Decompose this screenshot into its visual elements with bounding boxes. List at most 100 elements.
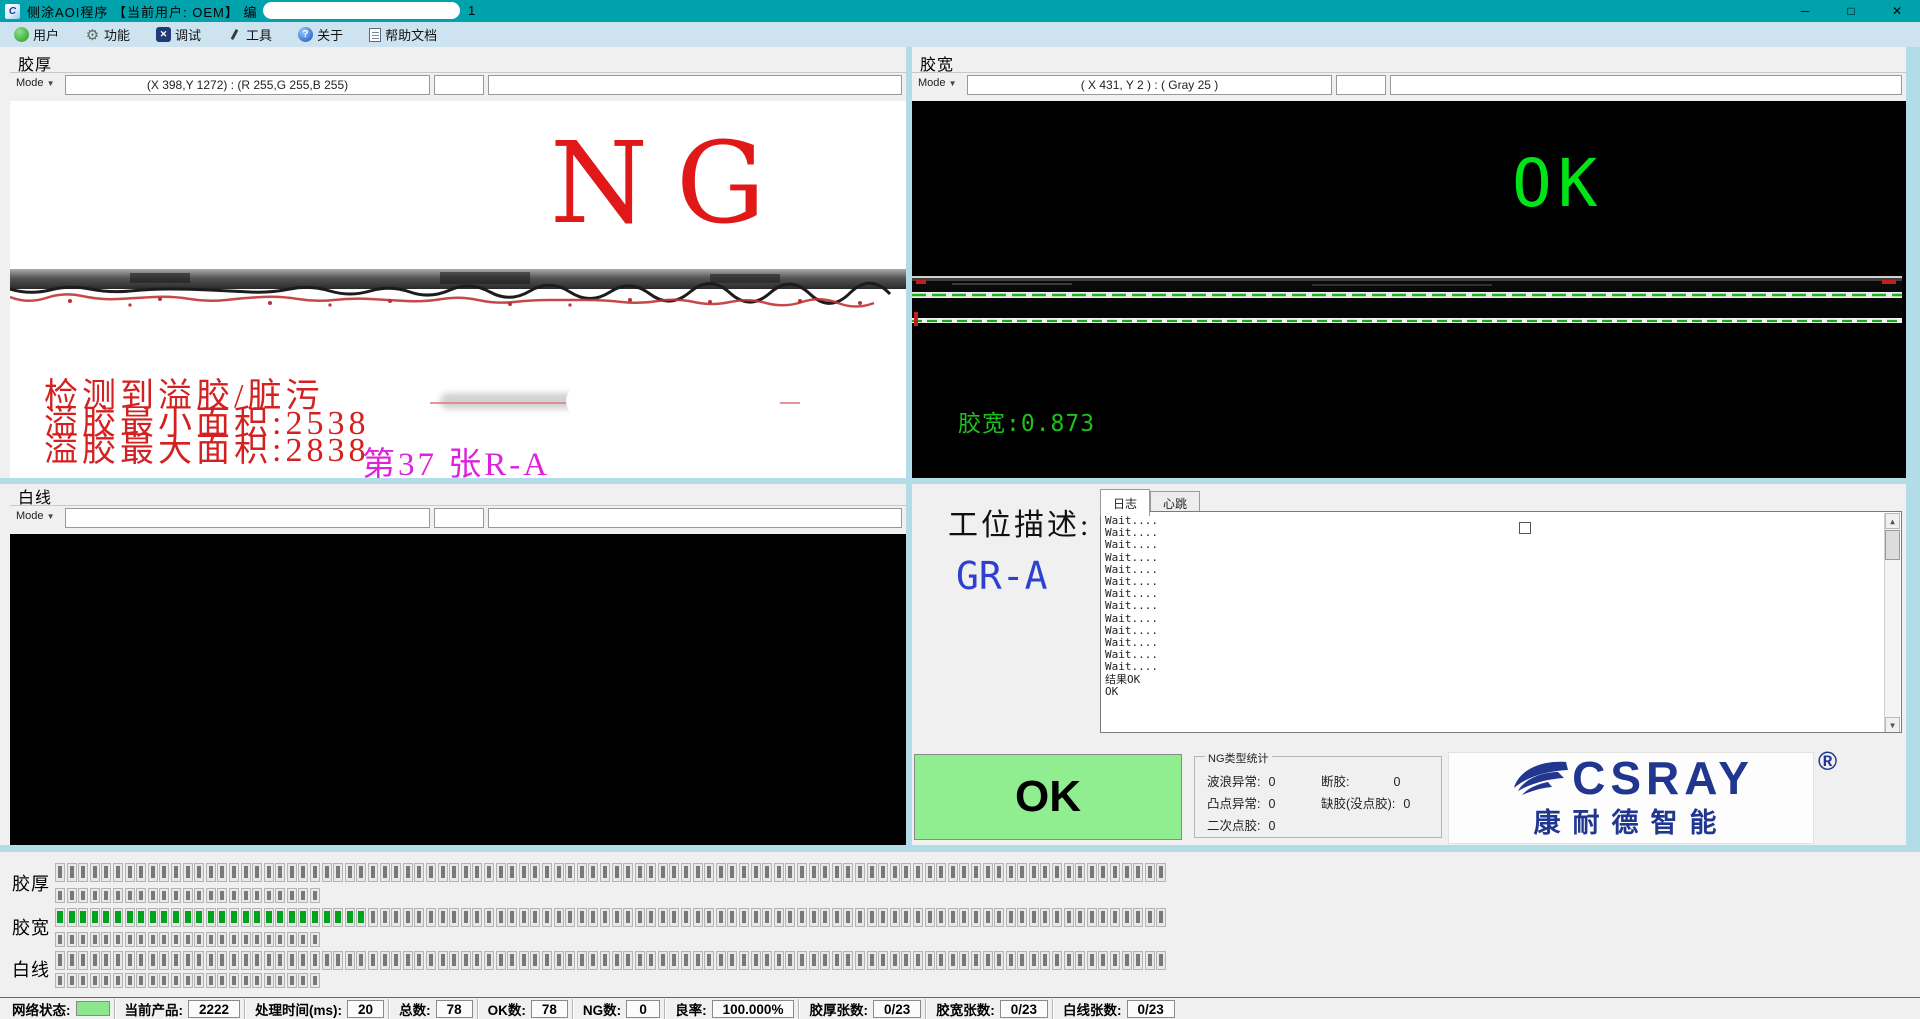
pixel-readout-field[interactable]: (X 398,Y 1272) : (R 255,G 255,B 255) <box>65 75 430 95</box>
indicator-square <box>206 888 216 903</box>
indicator-square <box>797 951 807 970</box>
right-edge-strip <box>1906 47 1920 845</box>
indicator-square <box>1029 908 1039 927</box>
result-text-ng: NG <box>550 119 793 249</box>
aux-field-2[interactable] <box>488 508 902 528</box>
aux-field-1[interactable] <box>434 508 484 528</box>
minimize-button[interactable]: ─ <box>1782 0 1828 22</box>
scroll-down-icon[interactable]: ▼ <box>1885 717 1900 733</box>
indicator-square <box>612 951 622 970</box>
status-separator <box>798 999 799 1019</box>
sheet-index-overlay: 第37 张R-A <box>362 437 550 478</box>
indicator-square <box>1087 863 1097 882</box>
log-scrollbar[interactable]: ▲ ▼ <box>1884 513 1900 733</box>
menu-item-label: 功能 <box>104 25 130 44</box>
menu-item-help[interactable]: 帮助文档 <box>369 25 437 44</box>
indicator-square <box>252 888 262 903</box>
indicator-square <box>461 863 471 882</box>
log-list[interactable]: ▲ ▼ Wait....Wait....Wait....Wait....Wait… <box>1100 511 1902 733</box>
tab-log[interactable]: 日志 <box>1100 489 1150 516</box>
log-checkbox[interactable] <box>1519 522 1531 534</box>
stat-missing-glue: 缺胶(没点胶):0 <box>1321 793 1410 812</box>
indicator-square <box>739 951 749 970</box>
indicator-square <box>1156 908 1166 927</box>
indicator-square <box>635 863 645 882</box>
mode-dropdown[interactable]: Mode ▼ <box>918 77 957 89</box>
whiteline-image-view[interactable] <box>10 534 906 845</box>
indicator-square <box>113 951 123 970</box>
indicator-square <box>948 951 958 970</box>
indicator-square <box>983 951 993 970</box>
indicator-square <box>241 863 251 882</box>
indicator-square <box>101 908 111 927</box>
menu-item-about[interactable]: 关于 <box>298 25 343 44</box>
indicator-square <box>1052 951 1062 970</box>
indicator-square <box>809 863 819 882</box>
menu-item-tools[interactable]: 工具 <box>227 25 272 44</box>
indicator-square <box>867 863 877 882</box>
indicator-square <box>461 951 471 970</box>
indicator-square <box>206 973 216 988</box>
pixel-readout-field[interactable] <box>65 508 430 528</box>
indicator-square <box>1122 908 1132 927</box>
indicator-square <box>1052 908 1062 927</box>
indicator-square <box>449 863 459 882</box>
aux-field-2[interactable] <box>488 75 902 95</box>
close-button[interactable]: ✕ <box>1874 0 1920 22</box>
panel-glue-width: 胶宽 Mode ▼ ( X 431, Y 2 ) : ( Gray 25 ) O… <box>912 51 1906 478</box>
status-separator <box>925 999 926 1019</box>
indicator-square <box>217 973 227 988</box>
scrollbar-thumb[interactable] <box>1885 530 1900 560</box>
log-line: Wait.... <box>1105 600 1897 612</box>
log-line: Wait.... <box>1105 613 1897 625</box>
indicator-square <box>194 951 204 970</box>
indicator-square <box>449 951 459 970</box>
menu-item-functions[interactable]: 功能 <box>85 25 130 44</box>
indicator-square <box>159 973 169 988</box>
menu-item-user[interactable]: 用户 <box>14 25 59 44</box>
indicator-square <box>380 908 390 927</box>
indicator-square <box>391 951 401 970</box>
indicator-square <box>206 932 216 947</box>
menu-item-label: 关于 <box>317 25 343 44</box>
indicator-square <box>971 863 981 882</box>
indicator-square <box>206 908 216 927</box>
aux-field-2[interactable] <box>1390 75 1902 95</box>
menu-item-debug[interactable]: 调试 <box>156 25 201 44</box>
indicator-square <box>241 888 251 903</box>
indicator-square <box>1075 908 1085 927</box>
indicator-square <box>287 973 297 988</box>
indicator-square <box>90 973 100 988</box>
stat-wave-abnormal: 波浪异常:0 <box>1207 771 1275 790</box>
thickness-image-view[interactable]: NG <box>10 101 906 478</box>
horizontal-splitter-bottom[interactable] <box>0 845 1920 852</box>
indicator-square <box>78 863 88 882</box>
overall-result-button[interactable]: OK <box>914 754 1182 840</box>
station-id: GR-A <box>956 554 1048 598</box>
indicator-square <box>78 932 88 947</box>
status-separator <box>1052 999 1053 1019</box>
indicator-square <box>125 932 135 947</box>
indicator-square <box>194 932 204 947</box>
indicator-square <box>762 951 772 970</box>
aux-field-1[interactable] <box>1336 75 1386 95</box>
maximize-button[interactable]: □ <box>1828 0 1874 22</box>
vendor-logo: CSRAY 康耐德智能 <box>1448 752 1814 844</box>
indicator-square <box>55 888 65 903</box>
indicator-square <box>774 863 784 882</box>
mode-dropdown[interactable]: Mode ▼ <box>16 77 55 89</box>
scroll-up-icon[interactable]: ▲ <box>1885 513 1900 529</box>
indicator-square <box>241 951 251 970</box>
indicator-square <box>148 951 158 970</box>
indicator-square <box>380 863 390 882</box>
mode-dropdown[interactable]: Mode ▼ <box>16 510 55 522</box>
pixel-readout-field[interactable]: ( X 431, Y 2 ) : ( Gray 25 ) <box>967 75 1332 95</box>
aux-field-1[interactable] <box>434 75 484 95</box>
indicator-square <box>345 863 355 882</box>
status-value-process-time: 20 <box>347 1000 384 1018</box>
indicator-square <box>322 951 332 970</box>
indicator-square <box>890 908 900 927</box>
indicator-square <box>843 908 853 927</box>
indicator-square <box>78 888 88 903</box>
width-image-view[interactable]: OK 胶宽:0.873 <box>912 101 1906 478</box>
